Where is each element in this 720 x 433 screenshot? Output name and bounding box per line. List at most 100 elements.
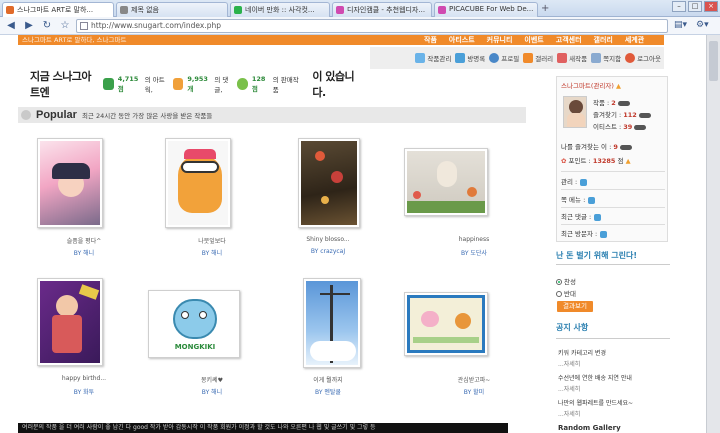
tab-design-camp[interactable]: 디자인캠클 - 추천웹디자...	[332, 2, 432, 17]
flower-icon: ✿	[561, 157, 567, 165]
artwork-author[interactable]: BY 해니	[162, 248, 262, 257]
gallery-button[interactable]: 갤러리	[523, 53, 553, 63]
search-icon	[580, 178, 588, 186]
menu-item[interactable]: 갤러리	[594, 35, 613, 45]
warning-icon: ▲	[616, 82, 621, 90]
stat-label: 포인트	[568, 157, 587, 165]
guestbook-button[interactable]: 방명록	[455, 53, 485, 63]
tab-snugart[interactable]: 스나그마트 ART로 말하...	[2, 2, 114, 17]
menu-item[interactable]: 고객센터	[556, 35, 582, 45]
artwork-author[interactable]: BY 해니	[34, 248, 134, 257]
menu-item[interactable]: 이벤트	[524, 35, 543, 45]
notice-item[interactable]: 키워 카테고리 변경	[558, 348, 606, 357]
artwork-image	[40, 141, 100, 225]
tab-picacube[interactable]: PICACUBE For Web De...	[434, 2, 538, 17]
user-toolbar: 작품관리 방명록 프로필 갤러리 새작품 쪽지함 로그아웃	[370, 47, 664, 69]
tab-naver-comic[interactable]: 네이버 만화 :: 사각컷...	[230, 2, 330, 17]
artwork-thumbnail[interactable]	[37, 278, 103, 366]
new-tab-button[interactable]: +	[541, 3, 551, 15]
notice-more-link[interactable]: ...자세히	[558, 384, 580, 393]
stat-label: 나를 즐겨찾는 이	[561, 143, 607, 151]
maximize-icon[interactable]: □	[688, 1, 702, 12]
artwork-label: 의 아트웍,	[144, 76, 165, 94]
favicon-icon	[234, 6, 242, 14]
artwork-thumbnail[interactable]	[165, 138, 231, 228]
side-menu-link[interactable]: 쪽 메뉴 :	[561, 194, 596, 204]
tab-untitled[interactable]: 제목 없음	[116, 2, 228, 17]
menu-item[interactable]: 세계관	[625, 35, 644, 45]
manage-works-button[interactable]: 작품관리	[415, 53, 451, 63]
recent-comments-link[interactable]: 최근 댓글 :	[561, 211, 602, 221]
username-text: 스나그마트	[561, 82, 591, 90]
forward-icon[interactable]: ▶	[22, 19, 36, 33]
artwork-author[interactable]: BY 할미	[424, 387, 524, 396]
stat-points: ✿ 포인트 : 13285 점 ▲	[561, 157, 631, 165]
notice-item[interactable]: 나만의 웹파레트를 만드세요~	[558, 398, 633, 407]
artwork-author[interactable]: BY 도단사	[424, 248, 524, 257]
back-icon[interactable]: ◀	[4, 19, 18, 33]
messages-button[interactable]: 쪽지함	[591, 53, 621, 63]
artwork-thumbnail[interactable]	[37, 138, 103, 228]
address-bar[interactable]: http://www.snugart.com/index.php	[76, 19, 668, 33]
vertical-scrollbar[interactable]	[706, 35, 720, 433]
artwork-image	[407, 151, 485, 213]
artwork-caption: 슬픔을 평다^	[66, 238, 102, 245]
browser-tab-bar: 스나그마트 ART로 말하... 제목 없음 네이버 만화 :: 사각컷... …	[0, 0, 720, 17]
artwork-author[interactable]: BY 해니	[162, 387, 262, 396]
pencil-icon	[557, 53, 568, 63]
book-icon	[455, 53, 466, 63]
avatar[interactable]	[563, 96, 587, 128]
artwork-thumbnail[interactable]	[404, 148, 488, 216]
poll-result-button[interactable]: 결과보기	[557, 301, 593, 312]
admin-link[interactable]: 관리 :	[561, 176, 588, 186]
wrench-icon[interactable]: ⚙▾	[696, 20, 709, 30]
profile-button[interactable]: 프로필	[489, 53, 519, 63]
artwork-thumbnail[interactable]: MONGKIKI	[148, 290, 240, 358]
poll-option-no[interactable]: 반대	[556, 288, 576, 298]
recent-visitors-link[interactable]: 최근 방문자 :	[561, 228, 608, 238]
notice-more-link[interactable]: ...자세히	[558, 409, 580, 418]
site-title: 스나그마트 ART로 말하다, 스나그마트	[22, 36, 127, 44]
minimize-icon[interactable]: –	[672, 1, 686, 12]
button-label: 갤러리	[535, 55, 554, 63]
artwork-thumbnail[interactable]	[298, 138, 360, 228]
comment-icon	[173, 78, 184, 90]
popular-header: Popular 최근 24시간 동안 가장 많은 사랑을 받은 작품들	[18, 107, 526, 123]
new-work-button[interactable]: 새작품	[557, 53, 587, 63]
frame-icon	[415, 53, 426, 63]
browser-toolbar: ◀ ▶ ↻ ☆ http://www.snugart.com/index.php…	[0, 17, 720, 35]
bookmark-star-icon[interactable]: ☆	[58, 19, 72, 33]
divider	[561, 171, 665, 172]
artwork-count: 4,715점	[117, 75, 139, 93]
artwork-author[interactable]: BY 화투	[34, 387, 134, 396]
badge-icon	[619, 144, 632, 150]
menu-item[interactable]: 작품	[424, 35, 437, 45]
notice-more-link[interactable]: ...자세히	[558, 359, 580, 368]
artwork-thumbnail[interactable]	[303, 278, 361, 368]
menu-item[interactable]: 커뮤니티	[487, 35, 513, 45]
artwork-author[interactable]: BY crazycaJ	[278, 248, 378, 255]
artwork-icon	[103, 78, 114, 90]
divider	[561, 207, 665, 208]
artwork-image	[301, 141, 357, 225]
popular-title: Popular	[36, 109, 77, 121]
envelope-icon	[591, 53, 602, 63]
close-icon[interactable]: ×	[704, 1, 718, 12]
artwork-author[interactable]: BY 멘탈쿨	[278, 387, 378, 396]
reload-icon[interactable]: ↻	[40, 19, 54, 33]
stat-value: 13285	[592, 157, 616, 165]
scroll-thumb[interactable]	[709, 41, 718, 81]
profile-username[interactable]: 스나그마트(관리자) ▲	[561, 80, 621, 90]
button-label: 로그아웃	[637, 55, 661, 63]
radio-icon[interactable]	[556, 291, 562, 297]
poll-option-yes[interactable]: 찬성	[556, 276, 576, 286]
artwork-thumbnail[interactable]	[404, 292, 488, 356]
notice-item[interactable]: 수선년에 연한 배송 지연 안내	[558, 373, 632, 382]
logout-button[interactable]: 로그아웃	[625, 53, 661, 63]
page-menu-icon[interactable]: ▤▾	[674, 20, 687, 30]
radio-icon[interactable]	[556, 279, 562, 285]
site-nav-bar: 스나그마트 ART로 말하다, 스나그마트 작품 아티스트 커뮤니티 이벤트 고…	[18, 35, 664, 45]
link-label: 최근 댓글 :	[561, 213, 592, 221]
menu-item[interactable]: 아티스트	[449, 35, 475, 45]
button-label: 프로필	[501, 55, 520, 63]
